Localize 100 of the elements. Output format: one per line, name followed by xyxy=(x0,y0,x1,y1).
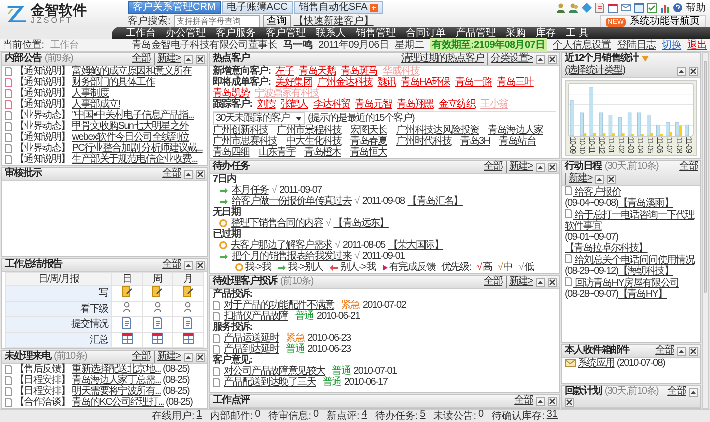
customer-link[interactable]: 【青岛汇名】 xyxy=(408,196,463,207)
task-link[interactable]: 把个月的销售报表给我发过来 xyxy=(232,251,352,262)
collapse-button[interactable] xyxy=(595,174,604,184)
panel-link[interactable]: 全部 xyxy=(484,161,503,173)
chart-type-link[interactable]: (选择统计类型) xyxy=(565,65,626,77)
status-value[interactable]: 31 xyxy=(546,409,558,422)
panel-link[interactable]: 新建> xyxy=(506,161,533,173)
table-icon[interactable] xyxy=(152,333,164,344)
menu-item[interactable]: 客户管理 xyxy=(266,26,306,40)
table-icon[interactable] xyxy=(182,333,194,344)
close-button[interactable] xyxy=(548,278,557,286)
customer-link[interactable]: 张鹤人 xyxy=(280,99,308,110)
panel-link[interactable]: 新建> xyxy=(565,173,592,186)
customer-link[interactable]: 【青岛溪雨】 xyxy=(618,198,674,210)
notice-link[interactable]: 人事制度 xyxy=(72,88,110,99)
customer-link[interactable]: 美好集团 xyxy=(276,77,313,88)
customer-link[interactable]: 青岛元智 xyxy=(355,99,392,110)
schedule-link[interactable]: 给客户报价 xyxy=(565,186,697,198)
close-button[interactable] xyxy=(548,396,557,406)
header-link[interactable]: 个人信息设置 xyxy=(553,38,612,52)
document-icon[interactable] xyxy=(152,317,163,329)
menu-item[interactable]: 工作台 xyxy=(126,26,156,40)
menu-item[interactable]: 销售管理 xyxy=(356,26,396,40)
edit-icon[interactable] xyxy=(152,286,164,298)
call-link[interactable]: 青岛的KC公司经理打... xyxy=(72,397,164,408)
close-button[interactable] xyxy=(689,346,698,356)
customer-link[interactable]: 广州科技达风险投资 xyxy=(396,125,480,136)
scrollbar[interactable] xyxy=(702,52,709,409)
customer-link[interactable]: 青岛橙木 xyxy=(304,147,342,158)
schedule-link[interactable]: 给于总打一电话咨询一下代理软件事宜 xyxy=(565,209,697,232)
person-icon[interactable] xyxy=(184,302,192,313)
module-tab[interactable]: 销售自动化SFA xyxy=(294,1,383,14)
status-value[interactable]: 1 xyxy=(196,409,202,422)
collapse-button[interactable] xyxy=(184,54,193,64)
customer-link[interactable]: 【荣大国际】 xyxy=(388,240,444,251)
menu-item[interactable]: 办公管理 xyxy=(166,26,206,40)
collapse-button[interactable] xyxy=(689,388,698,396)
notice-link[interactable]: 人事部成立! xyxy=(72,99,120,110)
customer-link[interactable]: 刘霞 xyxy=(257,99,276,110)
close-button[interactable] xyxy=(196,352,205,362)
customer-link[interactable]: 【青岛拉卓尔科技】 xyxy=(565,243,648,254)
panel-link[interactable]: 全部 xyxy=(132,53,151,65)
panel-link[interactable]: 全部 xyxy=(656,345,674,357)
panel-link[interactable]: 新建> xyxy=(154,53,181,65)
panel-link[interactable]: 新建> xyxy=(506,276,533,288)
notice-link[interactable]: 生产部关于规范电信企业收费... xyxy=(72,154,198,165)
header-link[interactable]: 切换 xyxy=(662,38,682,52)
menu-item[interactable]: 工 具 xyxy=(566,26,589,40)
status-value[interactable]: 4 xyxy=(362,409,368,422)
menu-item[interactable]: 客户服务 xyxy=(216,26,256,40)
task-link[interactable]: 本月任务 xyxy=(232,185,269,196)
panel-link[interactable]: 分类设置> xyxy=(487,53,533,65)
collapse-button[interactable] xyxy=(184,170,193,178)
complaint-link[interactable]: 产品到达延时 xyxy=(224,344,280,355)
calendar-icon[interactable] xyxy=(608,3,618,13)
logout-link[interactable]: 退出 xyxy=(688,38,707,52)
notice-link[interactable]: 甲骨文收购Sun七大明星之外 xyxy=(72,121,189,132)
table-icon[interactable] xyxy=(122,333,133,344)
customer-link[interactable]: 中大生化科技 xyxy=(286,136,342,147)
call-link[interactable]: 明天需要将宁波所有... xyxy=(72,386,161,397)
help-link[interactable]: 帮助 xyxy=(686,1,706,15)
customer-link[interactable]: 李达科贸 xyxy=(313,99,350,110)
notice-link[interactable]: webex软件今日公司全线到位 xyxy=(72,132,190,143)
customer-link[interactable]: 青岛凯势 xyxy=(213,88,250,99)
complaint-link[interactable]: 产品运送延时 xyxy=(224,333,280,344)
complaint-link[interactable]: 产品配送到达晚了三天 xyxy=(224,377,316,388)
close-button[interactable] xyxy=(548,162,557,172)
bar-chart-icon[interactable] xyxy=(660,3,670,13)
panel-link[interactable]: 全部 xyxy=(680,161,698,174)
panel-link[interactable]: 新建> xyxy=(154,351,181,363)
edit-icon[interactable] xyxy=(122,286,133,298)
close-button[interactable] xyxy=(607,174,616,184)
document-icon[interactable] xyxy=(183,317,194,329)
schedule-link[interactable]: 回访青岛HY房屋有限公司 xyxy=(565,277,697,290)
help-icon[interactable] xyxy=(673,3,683,13)
customer-link[interactable]: 青岛四细 xyxy=(213,147,250,158)
customer-link[interactable]: 青岛春夏 xyxy=(350,136,388,147)
panel-link[interactable]: 全部 xyxy=(514,395,533,407)
panel-link[interactable]: 全部 xyxy=(132,351,151,363)
close-button[interactable] xyxy=(689,66,698,76)
task-link[interactable]: 给客户做一份报价单传真过去 xyxy=(232,196,352,207)
customer-link[interactable]: 魏讯 xyxy=(378,77,396,88)
checklist-icon[interactable] xyxy=(647,3,657,13)
customer-link[interactable]: 青岛一路 xyxy=(455,77,492,88)
schedule-link[interactable]: 给刘总关个电话问问使用情况 xyxy=(565,254,697,266)
window-icon[interactable] xyxy=(634,3,644,13)
notice-link[interactable]: 富姆鲍的成立原因和意义所在 xyxy=(72,66,192,77)
customer-link[interactable]: 宏图天长 xyxy=(350,125,388,136)
customer-link[interactable]: 广州创新科技 xyxy=(213,125,268,136)
panel-link[interactable]: 全部 xyxy=(162,168,181,180)
customer-link[interactable]: 山东青宇 xyxy=(258,147,296,158)
customer-link[interactable]: 【青岛HY】 xyxy=(618,289,668,300)
customer-link[interactable]: 广州时代科技 xyxy=(396,136,452,147)
filter-dropdown[interactable]: 30天未跟踪的客户 xyxy=(213,112,305,125)
task-link[interactable]: 去客户那边了解客户需求 xyxy=(231,240,332,251)
collapse-button[interactable] xyxy=(677,66,686,76)
complaint-link[interactable]: 对公司产品故障意见较大 xyxy=(224,366,326,377)
diamond-icon[interactable] xyxy=(582,3,592,13)
close-button[interactable] xyxy=(548,54,557,64)
customer-link[interactable]: 青岛翔黑 xyxy=(396,99,434,110)
